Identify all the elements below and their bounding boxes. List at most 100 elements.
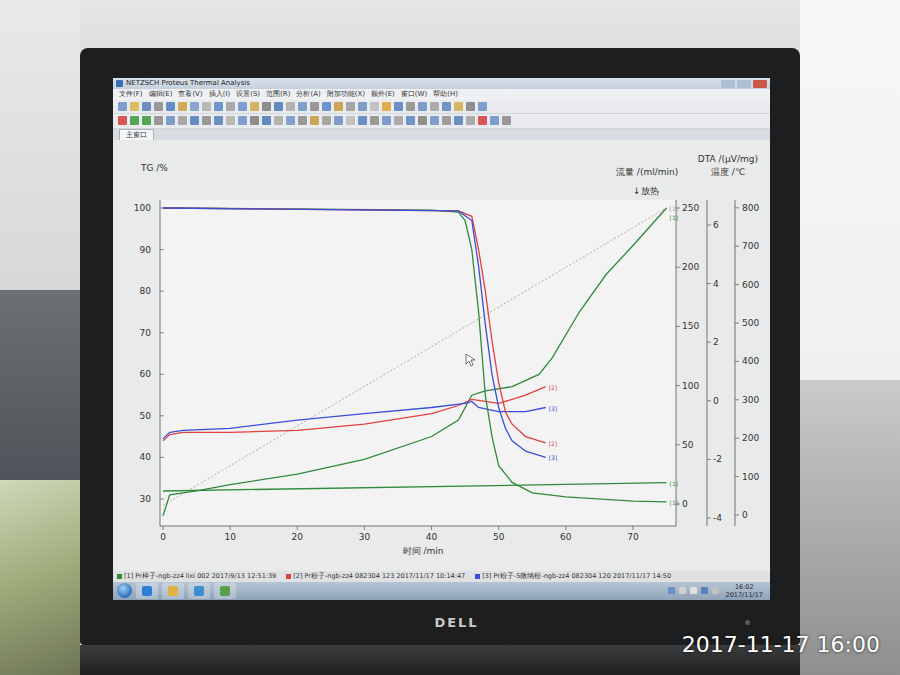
taskbar-app-icon[interactable]	[136, 583, 158, 599]
menu-item[interactable]: 分析(A)	[296, 89, 320, 100]
tool-icon[interactable]	[238, 102, 247, 111]
tool-icon[interactable]	[250, 116, 259, 125]
tool-icon[interactable]	[454, 102, 463, 111]
tool-icon[interactable]	[310, 102, 319, 111]
tool-icon[interactable]	[322, 116, 331, 125]
tool-icon[interactable]	[262, 116, 271, 125]
tool-icon[interactable]	[178, 102, 187, 111]
tool-icon[interactable]	[286, 102, 295, 111]
menu-item[interactable]: 范围(R)	[266, 89, 290, 100]
menu-item[interactable]: 额外(E)	[371, 89, 395, 100]
tool-icon[interactable]	[454, 116, 463, 125]
tool-icon[interactable]	[466, 116, 475, 125]
menu-item[interactable]: 窗口(W)	[401, 89, 427, 100]
tool-icon[interactable]	[490, 116, 499, 125]
menu-item[interactable]: 编辑(E)	[149, 89, 173, 100]
tool-icon[interactable]	[226, 102, 235, 111]
tool-icon[interactable]	[502, 116, 511, 125]
tool-icon[interactable]	[334, 102, 343, 111]
tool-icon[interactable]	[346, 102, 355, 111]
tool-icon[interactable]	[442, 102, 451, 111]
tool-icon[interactable]	[274, 102, 283, 111]
tool-icon[interactable]	[310, 116, 319, 125]
svg-text:300: 300	[742, 395, 759, 405]
taskbar-app-icon[interactable]	[162, 583, 184, 599]
tool-icon[interactable]	[166, 116, 175, 125]
tool-icon[interactable]	[322, 102, 331, 111]
power-icon[interactable]	[745, 620, 750, 625]
tool-icon[interactable]	[442, 116, 451, 125]
tool-icon[interactable]	[394, 102, 403, 111]
tool-icon[interactable]	[418, 116, 427, 125]
tool-icon[interactable]	[238, 116, 247, 125]
color-swatch	[475, 574, 480, 579]
curve-label: [2]	[549, 384, 558, 391]
file-entry[interactable]: [1] Pr样子-ngb-zz4 lixi 002 2017/9/13 12:5…	[117, 571, 276, 582]
file-entry[interactable]: [2] Pr粉子-ngb-zz4 082304 123 2017/11/17 1…	[286, 571, 465, 582]
minimize-button[interactable]	[721, 80, 735, 88]
tool-icon[interactable]	[142, 116, 151, 125]
tool-icon[interactable]	[430, 116, 439, 125]
menu-item[interactable]: 文件(F)	[119, 89, 143, 100]
tool-icon[interactable]	[358, 116, 367, 125]
tool-icon[interactable]	[466, 102, 475, 111]
tab[interactable]: 主窗口	[119, 129, 154, 140]
tool-icon[interactable]	[202, 116, 211, 125]
tool-icon[interactable]	[190, 116, 199, 125]
tool-icon[interactable]	[298, 116, 307, 125]
tool-icon[interactable]	[154, 116, 163, 125]
tool-icon[interactable]	[298, 102, 307, 111]
tool-icon[interactable]	[478, 116, 487, 125]
tool-icon[interactable]	[202, 102, 211, 111]
tray-icon[interactable]	[668, 587, 675, 594]
close-button[interactable]	[753, 80, 767, 88]
menu-item[interactable]: 查看(V)	[178, 89, 202, 100]
tray-icon[interactable]	[690, 587, 697, 594]
taskbar-app-icon[interactable]	[188, 583, 210, 599]
clock[interactable]: 16:022017/11/17	[723, 583, 766, 599]
left-background	[0, 0, 80, 675]
maximize-button[interactable]	[737, 80, 751, 88]
tool-icon[interactable]	[214, 116, 223, 125]
tool-icon[interactable]	[166, 102, 175, 111]
menu-item[interactable]: 帮助(H)	[433, 89, 458, 100]
tool-icon[interactable]	[406, 116, 415, 125]
tool-icon[interactable]	[226, 116, 235, 125]
tool-icon[interactable]	[250, 102, 259, 111]
start-icon[interactable]	[117, 583, 132, 598]
tray-icon[interactable]	[701, 587, 708, 594]
tool-icon[interactable]	[286, 116, 295, 125]
tool-icon[interactable]	[382, 102, 391, 111]
tool-icon[interactable]	[370, 116, 379, 125]
tool-icon[interactable]	[430, 102, 439, 111]
tool-icon[interactable]	[334, 116, 343, 125]
tool-icon[interactable]	[370, 102, 379, 111]
tool-icon[interactable]	[130, 116, 139, 125]
tool-icon[interactable]	[406, 102, 415, 111]
tool-icon[interactable]	[346, 116, 355, 125]
tool-icon[interactable]	[214, 102, 223, 111]
menu-item[interactable]: 附加功能(X)	[327, 89, 365, 100]
curve-label: [1]	[670, 214, 679, 221]
tool-icon[interactable]	[118, 102, 127, 111]
menu-item[interactable]: 设置(S)	[236, 89, 260, 100]
tray-icon[interactable]	[679, 587, 686, 594]
taskbar-app-icon[interactable]	[214, 583, 236, 599]
menu-item[interactable]: 插入(I)	[209, 89, 231, 100]
tool-icon[interactable]	[142, 102, 151, 111]
tool-icon[interactable]	[118, 116, 127, 125]
tool-icon[interactable]	[178, 116, 187, 125]
tool-icon[interactable]	[394, 116, 403, 125]
file-list: [1] Pr样子-ngb-zz4 lixi 002 2017/9/13 12:5…	[113, 571, 770, 582]
tray-icon[interactable]	[712, 587, 719, 594]
tool-icon[interactable]	[478, 102, 487, 111]
tool-icon[interactable]	[358, 102, 367, 111]
tool-icon[interactable]	[154, 102, 163, 111]
file-entry[interactable]: [3] Pr粉子-5微纳粉-ngb-zz4 082304 120 2017/11…	[475, 571, 671, 582]
tool-icon[interactable]	[190, 102, 199, 111]
tool-icon[interactable]	[130, 102, 139, 111]
tool-icon[interactable]	[418, 102, 427, 111]
tool-icon[interactable]	[382, 116, 391, 125]
tool-icon[interactable]	[262, 102, 271, 111]
tool-icon[interactable]	[274, 116, 283, 125]
